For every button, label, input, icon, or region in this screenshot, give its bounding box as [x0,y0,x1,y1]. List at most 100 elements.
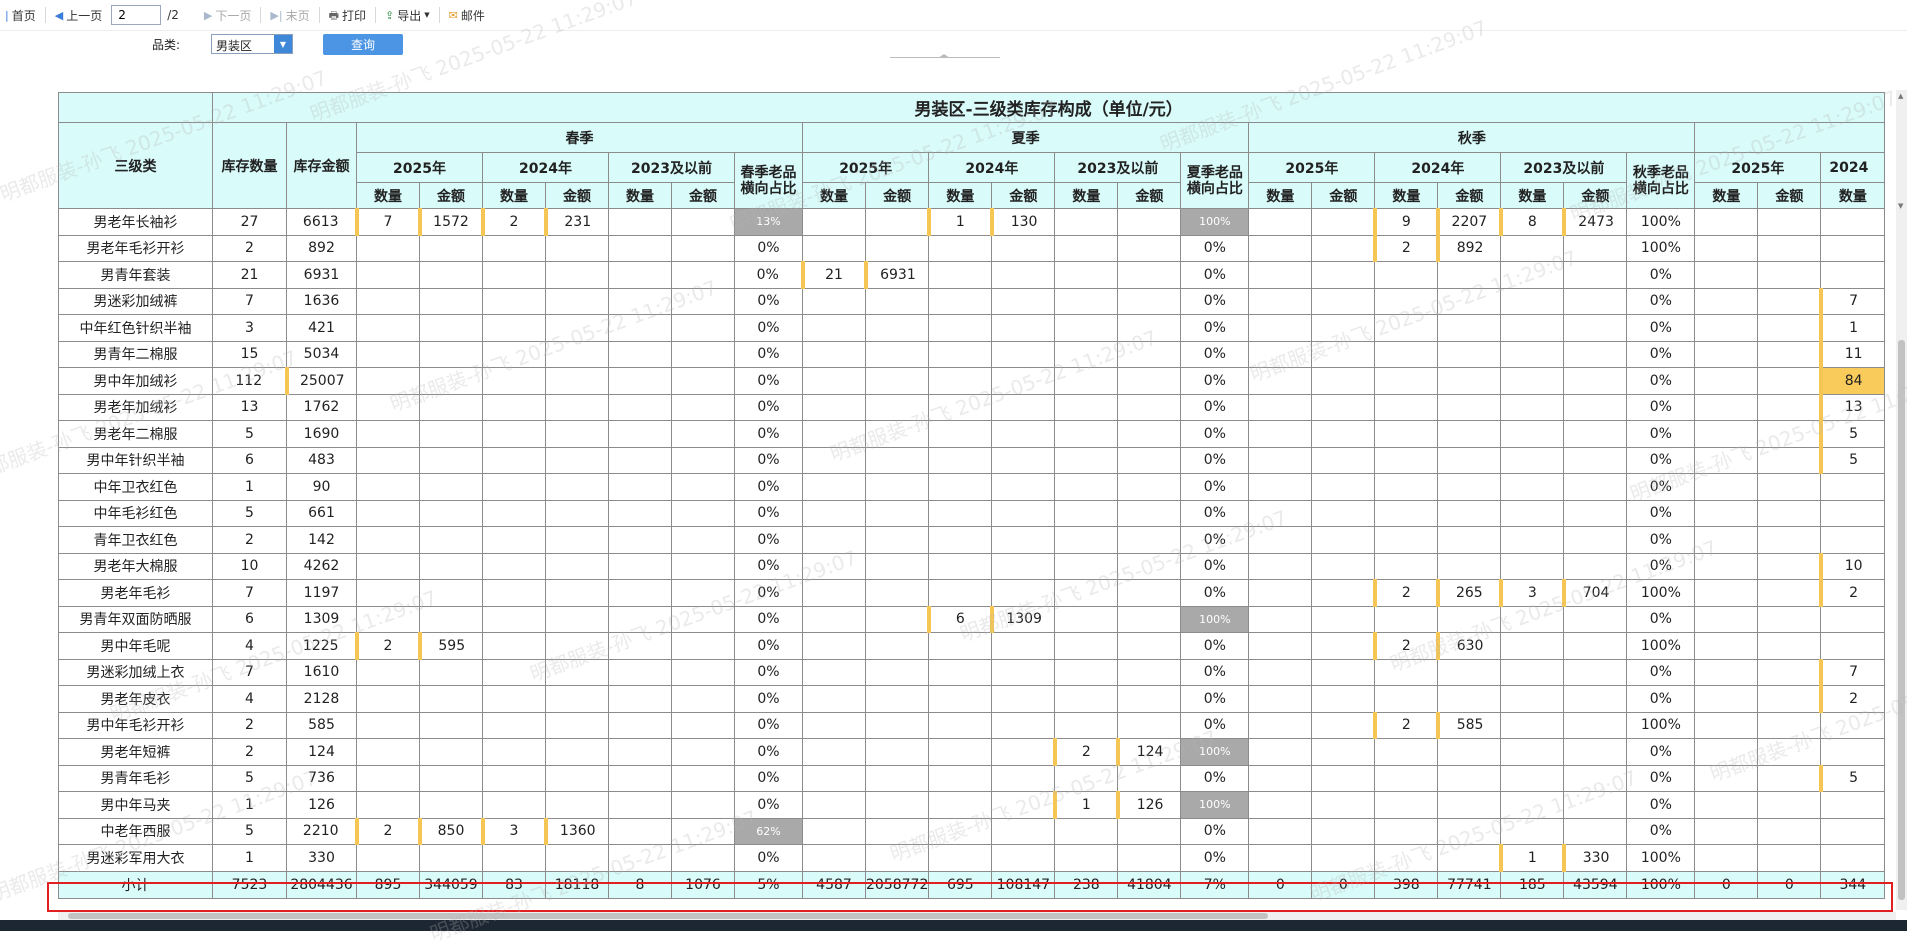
report-table-container: 男装区-三级类库存构成（单位/元） 三级类 库存数量 库存金额 春季 夏季 秋季… [58,92,1886,899]
table-cell: 0% [734,764,803,792]
table-cell [356,340,420,368]
table-cell [1117,420,1182,448]
table-cell: 100% [1180,791,1250,819]
table-cell: 0% [734,367,803,395]
table-cell [1248,367,1313,395]
first-page-icon: | [5,8,9,22]
table-cell [356,314,420,342]
table-cell [1500,764,1565,792]
table-cell [864,791,930,819]
table-cell: 1 [212,473,287,501]
page-number-input[interactable] [111,5,162,25]
mail-button[interactable]: ✉ 邮件 [444,4,490,26]
horizontal-scroll-thumb[interactable] [68,913,1268,919]
table-cell: 0% [1180,499,1250,527]
last-page-label: 末页 [285,8,310,23]
header-category: 三级类 [58,122,213,209]
table-cell [1563,817,1628,845]
table-cell [1248,711,1313,739]
vertical-scroll-thumb[interactable] [1898,340,1905,900]
panel-collapse-handle[interactable] [890,54,1000,63]
category-label: 品类: [152,38,181,52]
table-cell: 0% [1626,261,1696,289]
table-cell [1694,605,1759,633]
table-cell [671,287,735,315]
header-year: 2025年 [1248,152,1376,183]
table-cell [608,499,672,527]
horizontal-scrollbar[interactable] [58,912,1896,920]
print-button[interactable]: 🖶 打印 [324,4,371,26]
table-cell: 5 [1818,446,1886,474]
table-row: 男青年套装 21 6931 0% 21 6931 0% 0% [58,261,1886,289]
table-cell [608,605,672,633]
table-cell: 5 [212,420,287,448]
table-cell [1117,446,1182,474]
first-page-button[interactable]: | 首页 [0,4,41,26]
table-cell [1311,420,1376,448]
table-cell: 4 [212,632,287,660]
header-season-spring: 春季 [356,122,803,153]
table-cell: 0% [1180,420,1250,448]
dropdown-arrow-icon[interactable]: ▼ [274,35,292,53]
prev-page-button[interactable]: ◀ 上一页 [50,4,107,26]
table-cell [419,234,483,262]
header-year: 2025年 [1694,152,1822,183]
table-cell [608,711,672,739]
last-page-button[interactable]: ▶| 末页 [265,4,314,26]
table-cell [482,526,546,554]
scroll-down-icon[interactable]: ▼ [1898,202,1903,210]
table-cell [802,579,866,607]
table-row: 男老年大棉服 10 4262 0% 0% 0% 10 [58,552,1886,580]
table-cell: 2 [480,208,546,236]
table-cell: 630 [1435,632,1502,660]
table-cell [482,658,546,686]
header-qty: 数量 [1374,182,1439,209]
header-qty: 数量 [608,182,672,209]
table-cell: 0% [734,526,803,554]
table-cell: 1309 [286,605,357,633]
table-cell [482,764,546,792]
table-cell [1311,764,1376,792]
table-cell [1437,473,1502,501]
table-cell: 0% [1626,420,1696,448]
query-button[interactable]: 查询 [323,34,403,55]
table-cell [928,499,993,527]
header-qty: 数量 [1694,182,1759,209]
table-cell [671,605,735,633]
table-cell [1054,420,1119,448]
table-cell: 0% [734,605,803,633]
table-cell [1117,393,1182,421]
table-cell [1248,234,1313,262]
table-cell [671,473,735,501]
table-cell [1500,499,1565,527]
table-cell [1117,711,1182,739]
table-cell [864,367,930,395]
table-cell [545,261,609,289]
scroll-up-icon[interactable]: ▲ [1898,92,1903,100]
table-cell [1757,764,1822,792]
header-season-next [1694,122,1886,153]
row-category-name: 男青年毛衫 [58,764,213,792]
table-cell [928,685,993,713]
table-cell [482,446,546,474]
subtotal-cell: 4587 [802,870,866,899]
toolbar-divider [438,7,440,23]
table-cell: 0% [1626,738,1696,766]
table-cell [1374,817,1439,845]
table-cell: 0% [1180,473,1250,501]
table-cell [356,367,420,395]
table-cell [1311,261,1376,289]
vertical-scrollbar[interactable]: ▲ ▼ [1896,90,1907,910]
toolbar-divider [374,7,376,23]
header-amt: 金额 [991,182,1056,209]
table-cell [928,473,993,501]
table-cell [928,314,993,342]
table-cell: 6613 [286,208,357,236]
next-page-button[interactable]: ▶ 下一页 [199,4,256,26]
next-page-label: 下一页 [215,8,252,23]
export-button[interactable]: ⇪ 导出 ▼ [380,4,435,26]
row-category-name: 男老年毛衫开衫 [58,234,213,262]
category-select[interactable]: 男装区 ▼ [211,34,293,54]
table-cell [802,234,866,262]
table-cell [608,632,672,660]
